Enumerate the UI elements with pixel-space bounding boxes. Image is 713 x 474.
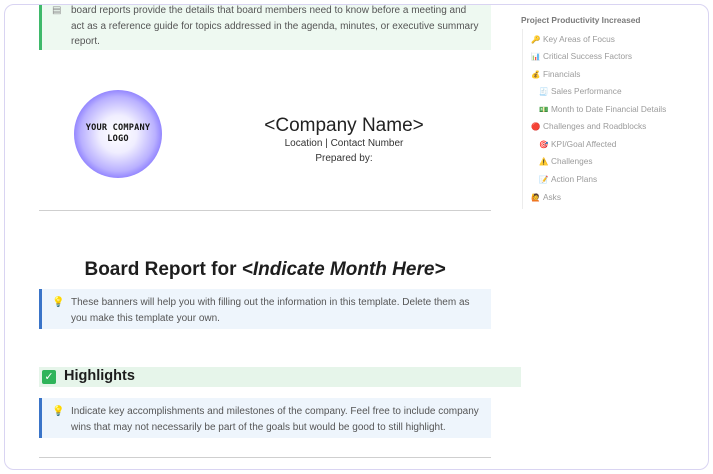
toc-item[interactable]: 🔑 Key Areas of Focus — [531, 34, 615, 44]
toc-item-label: KPI/Goal Affected — [551, 139, 617, 149]
intro-banner-line2: act as a reference guide for topics addr… — [71, 20, 479, 32]
company-logo-text: YOUR COMPANY LOGO — [74, 123, 162, 145]
toc-item-label: Asks — [543, 192, 561, 202]
warning-icon: ⚠️ — [539, 157, 549, 166]
highlights-banner: 💡 Indicate key accomplishments and miles… — [39, 398, 491, 438]
toc-item[interactable]: ⚠️ Challenges — [539, 156, 593, 166]
report-title-prefix: Board Report for — [84, 259, 242, 280]
toc-item-label: Sales Performance — [551, 86, 622, 96]
key-icon: 🔑 — [531, 35, 541, 44]
toc-item[interactable]: 📊 Critical Success Factors — [531, 51, 632, 61]
toc-item[interactable]: 💰 Financials — [531, 69, 580, 79]
intro-banner-line1: board reports provide the details that b… — [71, 5, 467, 16]
toc-item-label: Action Plans — [551, 174, 598, 184]
location-contact: Location | Contact Number — [284, 138, 404, 149]
money-bag-icon: 💰 — [531, 70, 541, 79]
divider — [39, 210, 491, 211]
toc-item[interactable]: 🎯 KPI/Goal Affected — [539, 139, 616, 149]
toc-item-label: Challenges and Roadblocks — [543, 121, 647, 131]
company-name: <Company Name> — [264, 115, 424, 136]
logo-line2: LOGO — [107, 134, 129, 144]
checkmark-icon: ✓ — [42, 370, 56, 384]
intro-banner: ▤ board reports provide the details that… — [39, 5, 491, 50]
table-of-contents: Project Productivity Increased 🔑 Key Area… — [521, 5, 708, 469]
toc-guide-line — [522, 29, 523, 209]
prepared-by: Prepared by: — [315, 153, 373, 164]
chart-icon: 📊 — [531, 52, 541, 61]
highlights-heading[interactable]: ✓ Highlights — [39, 367, 521, 387]
highlights-banner-line1: Indicate key accomplishments and milesto… — [71, 406, 479, 417]
lightbulb-icon: 💡 — [52, 297, 65, 308]
raised-hand-icon: 🙋 — [531, 193, 541, 202]
toc-item-label: Month to Date Financial Details — [551, 104, 667, 114]
memo-icon: 📝 — [539, 175, 549, 184]
lightbulb-icon: 💡 — [52, 406, 65, 417]
toc-item[interactable]: 🔴 Challenges and Roadblocks — [531, 121, 646, 131]
toc-item-label: Challenges — [551, 156, 593, 166]
toc-item[interactable]: 🙋 Asks — [531, 192, 561, 202]
template-banner-line1: These banners will help you with filling… — [71, 297, 470, 308]
divider — [39, 457, 491, 458]
report-title-month: <Indicate Month Here> — [241, 259, 446, 280]
target-icon: 🎯 — [539, 140, 549, 149]
document-frame: ▤ board reports provide the details that… — [4, 4, 709, 470]
toc-item-label: Key Areas of Focus — [543, 34, 615, 44]
highlights-banner-line2: wins that may not necessarily be part of… — [71, 421, 446, 433]
highlights-title: Highlights — [64, 368, 135, 384]
document-body: ▤ board reports provide the details that… — [5, 5, 525, 469]
intro-banner-line3: report. — [71, 36, 100, 47]
toc-item[interactable]: 💵 Month to Date Financial Details — [539, 104, 666, 114]
toc-heading[interactable]: Project Productivity Increased — [521, 15, 640, 25]
template-banner: 💡 These banners will help you with filli… — [39, 289, 491, 329]
cash-icon: 💵 — [539, 105, 549, 114]
template-banner-line2: you make this template your own. — [71, 312, 220, 324]
toc-item-label: Critical Success Factors — [543, 51, 632, 61]
receipt-icon: 🧾 — [539, 87, 549, 96]
doc-icon: ▤ — [52, 5, 62, 16]
toc-item[interactable]: 📝 Action Plans — [539, 174, 597, 184]
red-circle-icon: 🔴 — [531, 122, 541, 131]
toc-item[interactable]: 🧾 Sales Performance — [539, 86, 622, 96]
toc-item-label: Financials — [543, 69, 581, 79]
report-title: Board Report for <Indicate Month Here> — [39, 259, 491, 281]
logo-line1: YOUR COMPANY — [85, 123, 151, 133]
